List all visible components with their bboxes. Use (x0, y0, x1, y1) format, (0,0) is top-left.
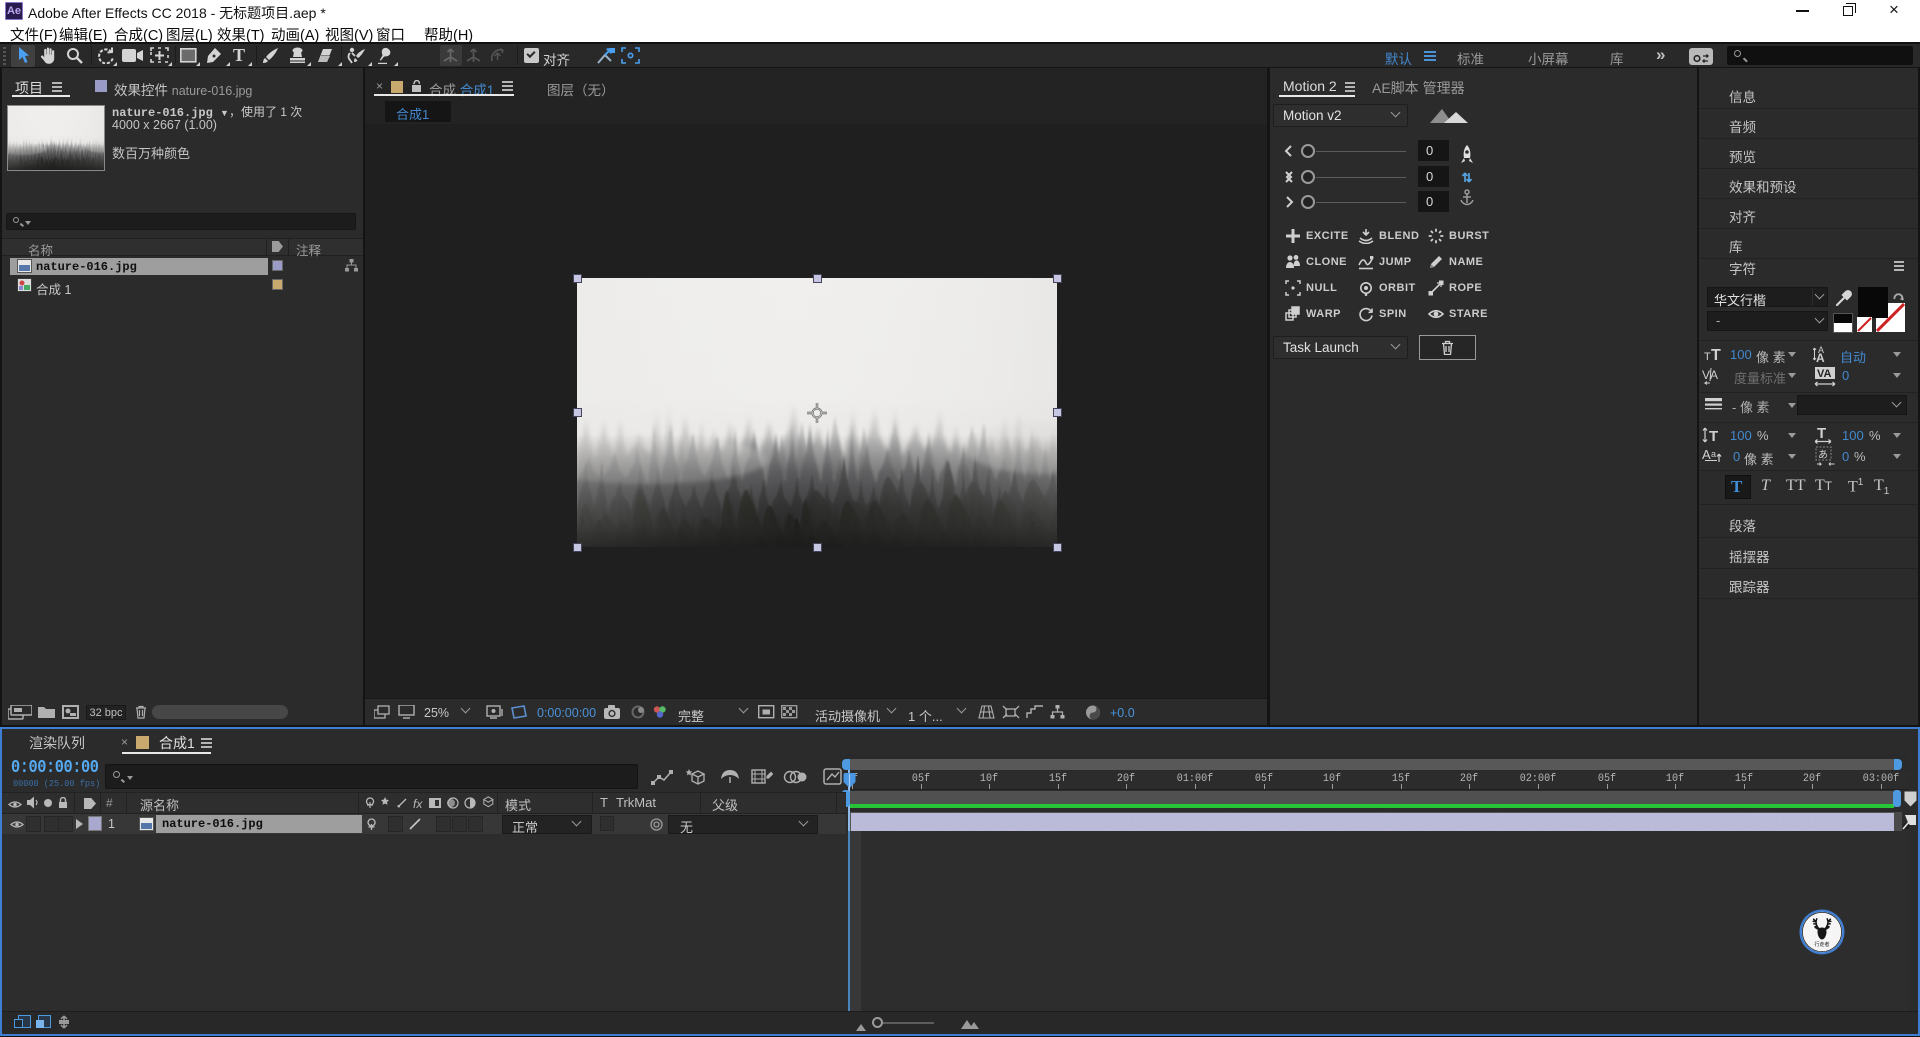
svg-text:V: V (1702, 368, 1710, 382)
svg-text:VA: VA (1817, 368, 1832, 380)
svg-text:T: T (1711, 347, 1721, 362)
svg-text:あ: あ (1818, 449, 1828, 461)
svg-text:T: T (1817, 426, 1826, 442)
svg-text:a: a (1711, 449, 1716, 459)
svg-text:T: T (1704, 351, 1711, 362)
svg-text:A: A (1702, 447, 1711, 462)
svg-text:T: T (1709, 428, 1718, 444)
svg-text:行走者: 行走者 (1814, 941, 1829, 948)
svg-text:A: A (1816, 351, 1825, 364)
svg-text:fx: fx (413, 797, 423, 811)
